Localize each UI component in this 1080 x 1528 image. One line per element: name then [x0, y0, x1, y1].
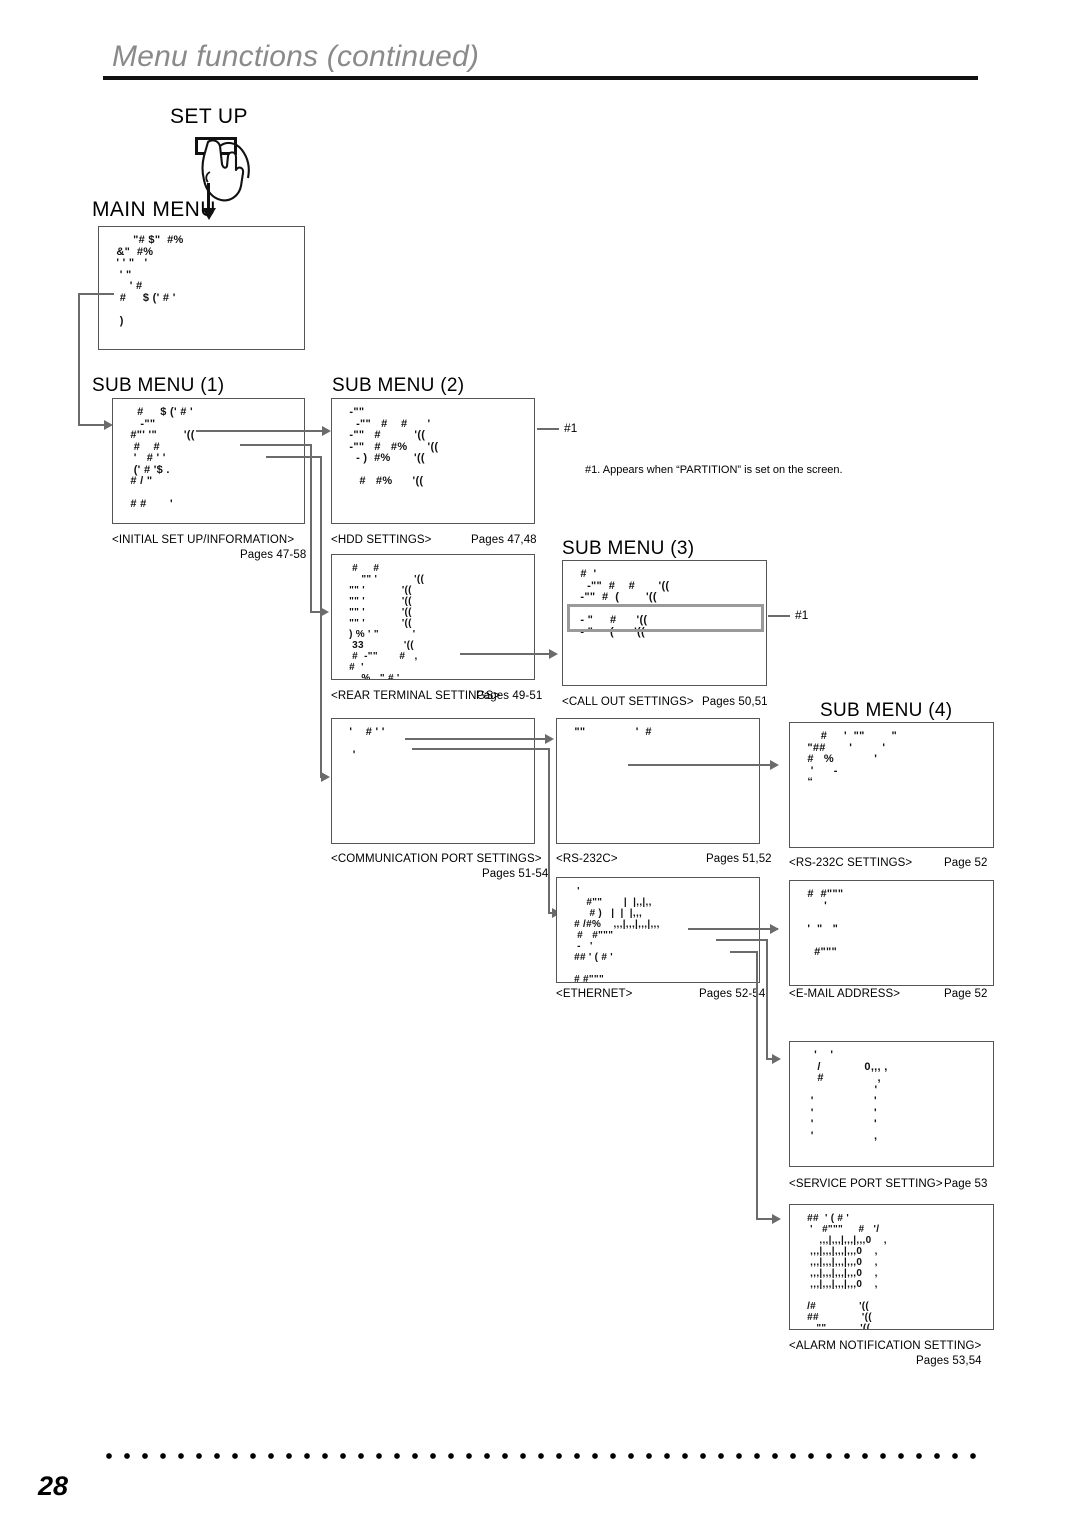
- connector-main-to-sub1-h1: [78, 293, 114, 295]
- screen-text: # ' "" " "## ' ' # % ' ' - “: [807, 730, 898, 788]
- connector-main-to-sub1-h2: [78, 424, 106, 426]
- page-title: Menu functions (continued): [112, 40, 480, 73]
- screen-box-alarm-notification-setting: ## ' ( # ' ' #""" # '/ ,,,|,,,|,,,|,,,0 …: [789, 1204, 994, 1330]
- connector-sub1-to-comm-h: [266, 456, 322, 458]
- connector-sub1-to-rear-v: [310, 444, 312, 612]
- screen-box-rs-232c: "" ' #: [556, 718, 760, 844]
- callout-line-hdd: [537, 428, 559, 430]
- connector-rs232c-to-settings-arrow: [770, 760, 779, 770]
- connector-eth-to-email: [688, 928, 778, 930]
- main-menu-label: MAIN MENU: [92, 198, 216, 221]
- screen-box-hdd-settings: -"" -"" # # ' -"" # '(( -"" # #% '(( - )…: [331, 398, 535, 524]
- box-caption: <RS-232C SETTINGS>: [789, 857, 913, 869]
- box-caption: <HDD SETTINGS>: [331, 534, 432, 546]
- sub-menu-4-heading: SUB MENU (4): [820, 700, 953, 721]
- connector-sub1-to-comm-v: [320, 456, 322, 777]
- sub-menu-3-heading: SUB MENU (3): [562, 538, 695, 559]
- connector-eth-to-email-arrow: [770, 924, 779, 934]
- box-pages: Pages 47,48: [471, 534, 537, 546]
- connector-rear-to-callout: [460, 653, 556, 655]
- connector-eth-to-alarm-h: [730, 951, 758, 953]
- box-pages: Pages 49-51: [476, 690, 543, 702]
- screen-box-rear-terminal-settings: # # "" ' '(( "" ' '(( "" ' '(( "" ' '(( …: [331, 554, 535, 680]
- screen-box-main-menu: "# $" #% &" #% ' ' " ' ' " ' # # $ (' # …: [98, 226, 305, 350]
- screen-text: ' ' / 0,,, , # , ' ' ' ' ' ' ' ' ,: [810, 1049, 888, 1142]
- screen-box-communication-port-settings: ' # ' ' ': [331, 718, 535, 844]
- header-rule: [103, 76, 978, 80]
- screen-box-e-mail-address: # #""" ' ' " " #""": [789, 880, 994, 986]
- down-arrow-stem: [207, 183, 210, 211]
- callout-marker-callout: #1: [795, 608, 809, 622]
- connector-eth-to-service-v: [766, 939, 768, 1059]
- connector-sub1-to-comm-arrow: [321, 772, 330, 782]
- screen-text: "" ' #: [571, 726, 652, 738]
- connector-sub1-to-rear-h: [240, 444, 312, 446]
- screen-box-initial-setup-information: # $ (' # ' -"" #"' '" '(( # # ' # ' ' ('…: [112, 398, 305, 524]
- box-caption: <COMMUNICATION PORT SETTINGS>: [331, 853, 542, 865]
- box-caption: <ALARM NOTIFICATION SETTING>: [789, 1340, 982, 1352]
- connector-eth-to-alarm-v: [756, 951, 758, 1219]
- screen-text: # $ (' # ' -"" #"' '" '(( # # ' # ' ' ('…: [130, 406, 195, 510]
- highlight-band: [567, 604, 764, 632]
- box-caption: <CALL OUT SETTINGS>: [562, 696, 694, 708]
- screen-text: # #""" ' ' " " #""": [807, 888, 844, 958]
- connector-comm-to-eth-v: [548, 748, 550, 913]
- connector-rear-to-callout-arrow: [549, 649, 558, 659]
- manual-page: Menu functions (continued) SET UP MAIN M…: [0, 0, 1080, 1528]
- box-pages: Page 53: [944, 1178, 988, 1190]
- connector-comm-to-eth-h: [412, 748, 550, 750]
- setup-button-label: SET UP: [170, 105, 248, 128]
- connector-eth-to-alarm-arrow: [772, 1214, 781, 1224]
- screen-box-rs-232c-settings: # ' "" " "## ' ' # % ' ' - “: [789, 722, 994, 848]
- sub-menu-1-heading: SUB MENU (1): [92, 375, 225, 396]
- box-pages: Pages 51,52: [706, 853, 772, 865]
- box-pages: Page 52: [944, 988, 988, 1000]
- page-number: 28: [38, 1471, 69, 1501]
- connector-comm-to-rs232c: [405, 738, 551, 740]
- callout-line-callout: [768, 615, 790, 617]
- box-caption: <E-MAIL ADDRESS>: [789, 988, 901, 1000]
- box-pages: Pages 47-58: [240, 549, 307, 561]
- connector-sub1-to-hdd-arrow: [322, 426, 331, 436]
- footnote-text: #1. Appears when “PARTITION” is set on t…: [585, 464, 843, 476]
- box-pages: Pages 51-54: [482, 868, 549, 880]
- connector-main-to-sub1-v: [78, 293, 80, 425]
- connector-eth-to-service-arrow: [772, 1054, 781, 1064]
- box-caption: <INITIAL SET UP/INFORMATION>: [112, 534, 295, 546]
- screen-box-service-port-setting: ' ' / 0,,, , # , ' ' ' ' ' ' ' ' ,: [789, 1041, 994, 1167]
- connector-rs232c-to-settings: [628, 764, 776, 766]
- box-caption: <SERVICE PORT SETTING>: [789, 1178, 943, 1190]
- connector-sub1-to-hdd: [196, 430, 329, 432]
- connector-eth-to-service-h: [716, 939, 768, 941]
- box-caption: <RS-232C>: [556, 853, 618, 865]
- screen-text: ' #"" | |,,|,, # ) | | |,,, # /#% ,,,|,,…: [574, 886, 660, 982]
- box-pages: Page 52: [944, 857, 988, 869]
- box-caption: <REAR TERMINAL SETTINGS>: [331, 690, 501, 702]
- box-pages: Pages 50,51: [702, 696, 768, 708]
- connector-comm-to-rs232c-arrow: [545, 734, 554, 744]
- screen-text: "# $" #% &" #% ' ' " ' ' " ' # # $ (' # …: [116, 234, 184, 327]
- box-caption: <ETHERNET>: [556, 988, 633, 1000]
- down-arrow-head: [202, 208, 216, 220]
- screen-box-call-out-settings: # ' -"" # # '(( -"" # ( '(( - " # '(( - …: [562, 560, 767, 686]
- sub-menu-2-heading: SUB MENU (2): [332, 375, 465, 396]
- box-pages: Pages 53,54: [916, 1355, 982, 1367]
- screen-text: ## ' ( # ' ' #""" # '/ ,,,|,,,|,,,|,,,0 …: [807, 1213, 887, 1329]
- callout-marker-hdd: #1: [564, 421, 578, 435]
- screen-box-ethernet: ' #"" | |,,|,, # ) | | |,,, # /#% ,,,|,,…: [556, 877, 760, 983]
- footer-dotted-rule: [100, 1452, 980, 1460]
- screen-text: # # "" ' '(( "" ' '(( "" ' '(( "" ' '(( …: [349, 563, 425, 679]
- screen-text: -"" -"" # # ' -"" # '(( -"" # #% '(( - )…: [349, 406, 439, 487]
